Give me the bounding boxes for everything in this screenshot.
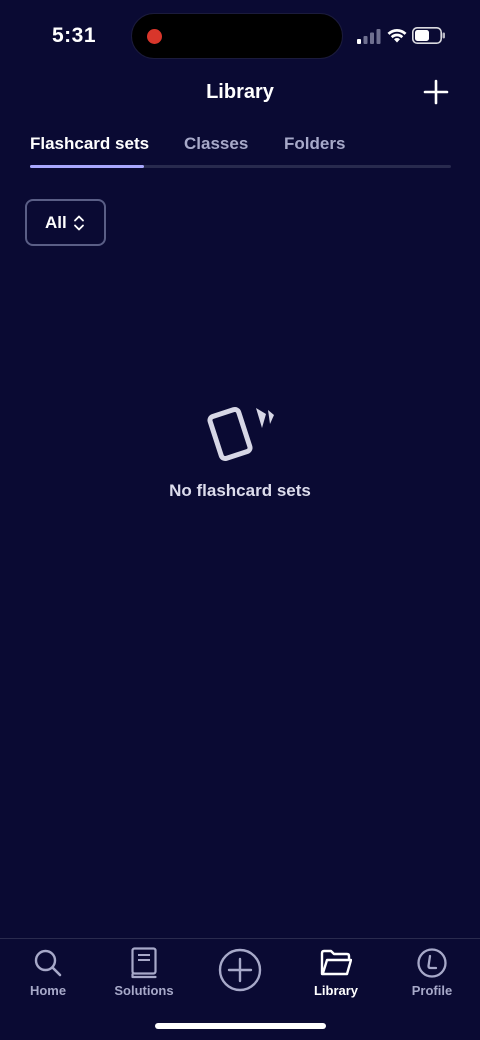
add-button[interactable] (420, 76, 452, 108)
nav-library-label: Library (313, 983, 359, 998)
nav-create[interactable] (192, 939, 288, 1009)
tab-folders[interactable]: Folders (284, 134, 345, 154)
plus-icon (423, 79, 449, 105)
create-plus-icon (218, 948, 262, 992)
book-icon (131, 947, 157, 979)
battery-icon (412, 27, 445, 44)
nav-home-label: Home (29, 983, 67, 998)
tab-classes[interactable]: Classes (184, 134, 248, 154)
nav-profile[interactable]: Profile (384, 939, 480, 1009)
empty-state-message: No flashcard sets (169, 481, 311, 500)
status-bar: 5:31 (0, 0, 480, 72)
dynamic-island (131, 13, 343, 59)
tab-flashcard-sets[interactable]: Flashcard sets (30, 134, 149, 154)
flashcards-icon (207, 406, 274, 462)
wifi-icon (387, 28, 407, 43)
active-tab-indicator (30, 165, 144, 168)
filter-dropdown[interactable]: All (25, 199, 106, 246)
profile-icon (417, 948, 447, 978)
library-screen: 5:31 Library Flashcard sets Classes Fold… (0, 0, 480, 1040)
status-time: 5:31 (52, 24, 97, 47)
nav-home[interactable]: Home (0, 939, 96, 1009)
folder-icon (320, 949, 352, 976)
library-tabs: Flashcard sets Classes Folders (30, 130, 451, 170)
nav-profile-label: Profile (411, 983, 453, 998)
search-icon (34, 949, 62, 977)
home-indicator[interactable] (155, 1023, 326, 1029)
chevron-updown-icon (73, 215, 84, 230)
nav-solutions[interactable]: Solutions (96, 939, 192, 1009)
nav-solutions-label: Solutions (114, 983, 174, 998)
recording-indicator (147, 29, 162, 44)
page-title: Library (206, 81, 274, 103)
nav-library[interactable]: Library (288, 939, 384, 1009)
cellular-signal-icon (357, 29, 381, 44)
filter-label: All (45, 212, 67, 232)
